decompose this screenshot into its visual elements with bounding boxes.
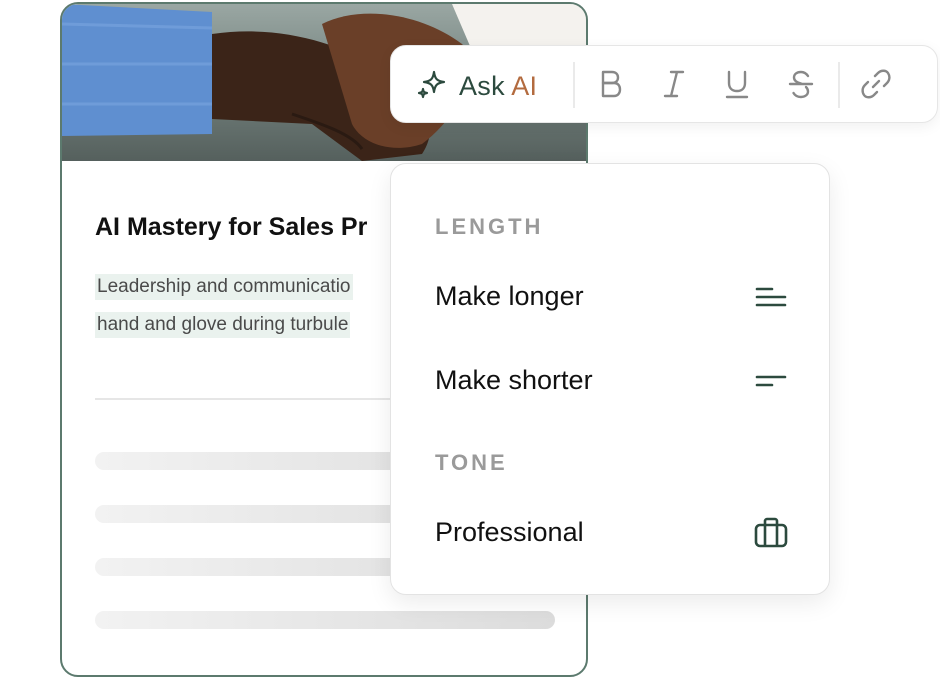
menu-item-label: Make longer (435, 281, 584, 311)
menu-item-make-shorter[interactable]: Make shorter (391, 353, 829, 409)
link-icon (859, 67, 893, 106)
menu-item-label: Professional (435, 517, 584, 547)
section-label-tone: TONE (435, 450, 508, 475)
ask-ai-button[interactable]: Ask AI (417, 68, 537, 104)
strikethrough-icon (787, 68, 815, 105)
formatting-toolbar: Ask AI (390, 45, 938, 123)
section-label-length: LENGTH (435, 214, 544, 239)
menu-item-label: Make shorter (435, 365, 593, 395)
card-title: AI Mastery for Sales Pr (95, 213, 368, 241)
bold-button[interactable] (591, 66, 631, 106)
strikethrough-button[interactable] (781, 66, 821, 106)
italic-button[interactable] (654, 66, 694, 106)
link-button[interactable] (856, 66, 896, 106)
ai-actions-menu: LENGTH Make longer Make shorter TONE Pro… (390, 163, 830, 595)
placeholder-line (95, 611, 555, 629)
lines-long-icon (751, 279, 791, 315)
ask-ai-label: Ask AI (459, 70, 538, 101)
briefcase-icon (751, 515, 791, 551)
description-line: hand and glove during turbule (95, 312, 351, 338)
underline-icon (723, 68, 751, 105)
menu-item-make-longer[interactable]: Make longer (391, 269, 829, 325)
description-line: Leadership and communicatio (95, 274, 353, 300)
toolbar-separator (573, 62, 575, 108)
lines-short-icon (751, 363, 791, 399)
menu-item-professional[interactable]: Professional (391, 505, 829, 561)
underline-button[interactable] (717, 66, 757, 106)
italic-icon (660, 68, 688, 105)
bold-icon (597, 68, 625, 105)
toolbar-separator (838, 62, 840, 108)
sparkle-icon (417, 69, 447, 104)
